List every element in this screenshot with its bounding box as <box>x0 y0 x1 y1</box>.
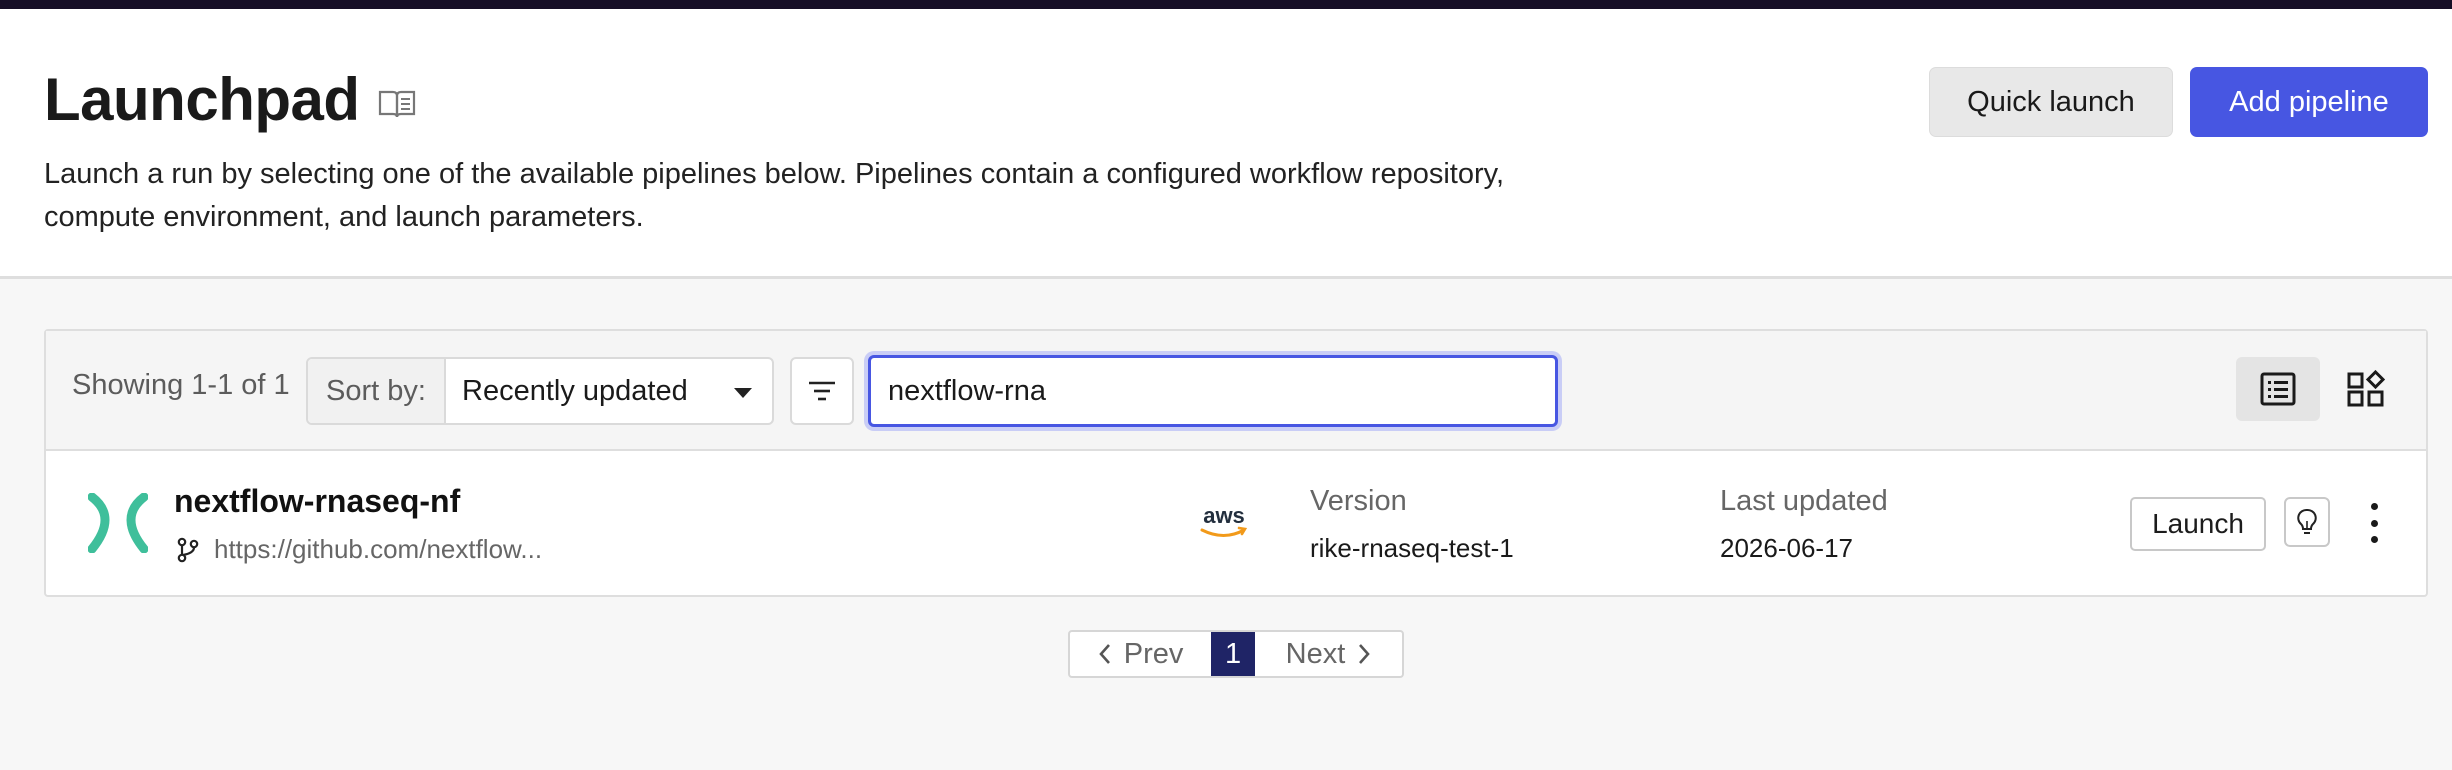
version-value: rike-rnaseq-test-1 <box>1310 533 1514 563</box>
version-label: Version <box>1310 485 1407 517</box>
git-branch-icon <box>177 537 199 563</box>
more-options-icon[interactable] <box>2362 503 2386 543</box>
sort-select[interactable]: Sort by: Recently updated <box>306 357 774 425</box>
book-icon[interactable] <box>378 88 416 120</box>
last-updated-value: 2026-06-17 <box>1720 533 1853 563</box>
last-updated-label: Last updated <box>1720 485 1888 517</box>
grid-view-icon <box>2347 369 2386 407</box>
page-header: Launchpad Launch a run by selecting one … <box>0 9 2452 279</box>
chevron-down-icon <box>734 388 752 398</box>
aws-logo-text: aws <box>1203 503 1245 528</box>
pipeline-row[interactable]: nextflow-rnaseq-nf https://github.com/ne… <box>46 451 2426 597</box>
results-count: Showing 1-1 of 1 <box>72 369 290 401</box>
nextflow-logo-icon <box>88 493 148 553</box>
prev-page-button[interactable]: Prev <box>1070 632 1211 676</box>
sort-value[interactable]: Recently updated <box>446 359 772 423</box>
quick-launch-button[interactable]: Quick launch <box>1929 67 2173 137</box>
page-description: Launch a run by selecting one of the ava… <box>44 158 1505 233</box>
pipelines-panel: Showing 1-1 of 1 Sort by: Recently updat… <box>44 329 2428 597</box>
pipeline-name[interactable]: nextflow-rnaseq-nf <box>174 483 460 520</box>
next-page-button[interactable]: Next <box>1255 632 1402 676</box>
filter-icon <box>809 381 835 401</box>
list-view-icon <box>2260 372 2296 406</box>
lightbulb-icon <box>2297 508 2317 534</box>
top-bar <box>0 0 2452 9</box>
prev-label: Prev <box>1123 637 1184 670</box>
chevron-left-icon <box>1099 644 1110 664</box>
chevron-right-icon <box>1359 644 1371 664</box>
pagination: Prev 1 Next <box>1068 630 1404 678</box>
sort-label: Sort by: <box>308 359 446 423</box>
list-toolbar: Showing 1-1 of 1 Sort by: Recently updat… <box>46 331 2426 451</box>
next-label: Next <box>1285 637 1346 670</box>
sort-value-text: Recently updated <box>462 374 688 407</box>
list-view-button[interactable] <box>2236 357 2320 421</box>
title-wrap: Launchpad <box>44 55 416 145</box>
repository-url[interactable]: https://github.com/nextflow... <box>214 534 542 565</box>
grid-view-button[interactable] <box>2334 357 2398 421</box>
page-number-current[interactable]: 1 <box>1211 632 1255 676</box>
suggestion-button[interactable] <box>2284 497 2330 547</box>
filter-button[interactable] <box>790 357 854 425</box>
search-input[interactable] <box>868 355 1558 427</box>
add-pipeline-button[interactable]: Add pipeline <box>2190 67 2428 137</box>
page-title: Launchpad <box>44 66 360 133</box>
aws-logo-icon: aws <box>1200 503 1248 537</box>
launch-button[interactable]: Launch <box>2130 497 2266 551</box>
